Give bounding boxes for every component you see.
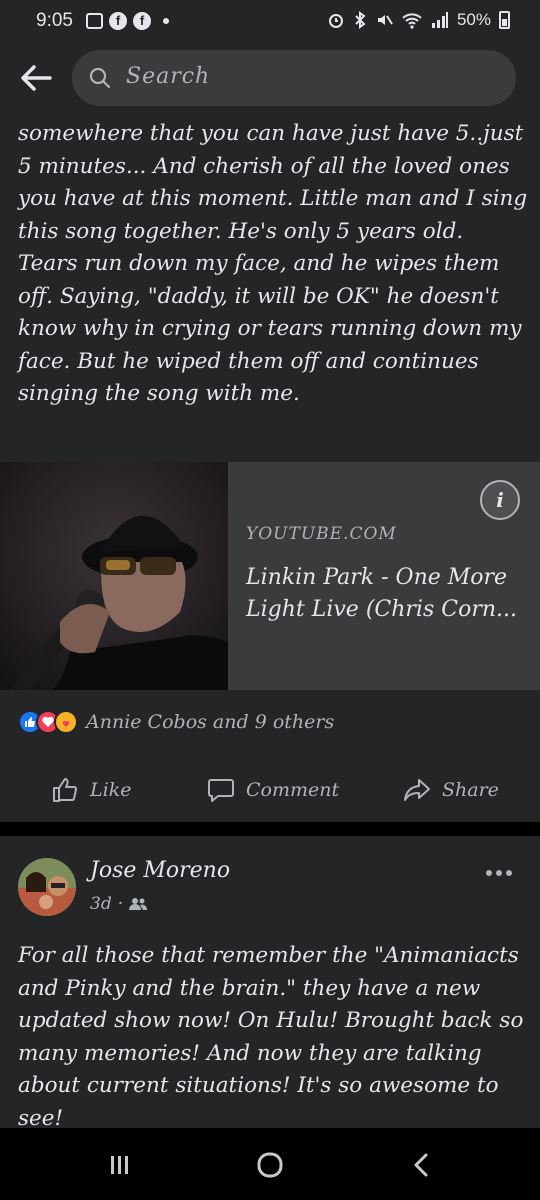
gallery-icon (86, 13, 103, 29)
link-domain: YOUTUBE.COM (246, 524, 397, 544)
search-input[interactable]: Search (72, 50, 516, 106)
comment-button[interactable]: Comment (206, 772, 339, 808)
like-label: Like (90, 779, 132, 801)
reactions-names: Annie Cobos and 9 others (86, 711, 335, 733)
author-name[interactable]: Jose Moreno (90, 858, 230, 883)
facebook-icon: f (133, 12, 151, 30)
search-icon (89, 67, 111, 89)
post-meta: 3d · (90, 894, 148, 914)
avatar-image (18, 858, 76, 916)
meta-separator: · (117, 894, 124, 914)
info-button[interactable]: i (480, 480, 520, 520)
like-button[interactable]: Like (50, 772, 131, 808)
comment-label: Comment (246, 779, 340, 801)
back-nav-button[interactable] (402, 1150, 442, 1180)
battery-icon (499, 11, 510, 29)
system-navigation-bar (0, 1128, 540, 1200)
home-icon (257, 1152, 283, 1178)
care-reaction-icon (54, 710, 78, 734)
post-card: Jose Moreno 3d · For all those that reme… (0, 836, 540, 1128)
thumbnail-image (0, 462, 228, 690)
bluetooth-icon (355, 11, 366, 29)
home-button[interactable] (250, 1150, 290, 1180)
top-bar: Search (0, 44, 540, 112)
friends-audience-icon[interactable] (129, 896, 148, 912)
share-button[interactable]: Share (402, 772, 499, 808)
facebook-icon: f (109, 12, 127, 30)
battery-percent: 50% (456, 10, 491, 29)
search-placeholder: Search (126, 64, 211, 89)
dot-icon (163, 18, 169, 24)
post-body-text: For all those that remember the "Animani… (18, 943, 524, 1128)
status-bar: 9:05 f f 50% (0, 0, 540, 44)
status-time: 9:05 (36, 10, 73, 31)
link-preview[interactable]: i YOUTUBE.COM Linkin Park - One More Lig… (0, 462, 540, 690)
chevron-left-icon (414, 1153, 428, 1177)
thumbs-up-icon (53, 778, 78, 802)
more-options-button[interactable] (486, 866, 514, 880)
share-label: Share (442, 779, 499, 801)
alarm-icon (328, 14, 343, 28)
signal-icon (431, 12, 448, 28)
recents-icon (111, 1156, 128, 1174)
reactions-summary[interactable]: Annie Cobos and 9 others (18, 708, 334, 736)
post-card: somewhere that you can have just have 5.… (0, 112, 540, 822)
share-icon (404, 779, 430, 801)
post-actions: Like Comment Share (0, 772, 540, 808)
back-button[interactable] (16, 58, 56, 98)
comment-icon (208, 779, 234, 802)
post-time[interactable]: 3d (90, 894, 112, 914)
more-dots-icon (486, 870, 492, 876)
wifi-icon (402, 13, 422, 29)
link-title[interactable]: Linkin Park - One More Light Live (Chris… (246, 562, 528, 626)
post-body-text: somewhere that you can have just have 5.… (18, 121, 528, 406)
avatar[interactable] (18, 858, 76, 916)
video-thumbnail[interactable] (0, 462, 228, 690)
recent-apps-button[interactable] (100, 1150, 140, 1180)
back-arrow-icon (21, 65, 52, 91)
mute-icon (377, 15, 393, 25)
system-icons: 50% (327, 10, 510, 30)
notification-icons: f f (86, 12, 169, 30)
